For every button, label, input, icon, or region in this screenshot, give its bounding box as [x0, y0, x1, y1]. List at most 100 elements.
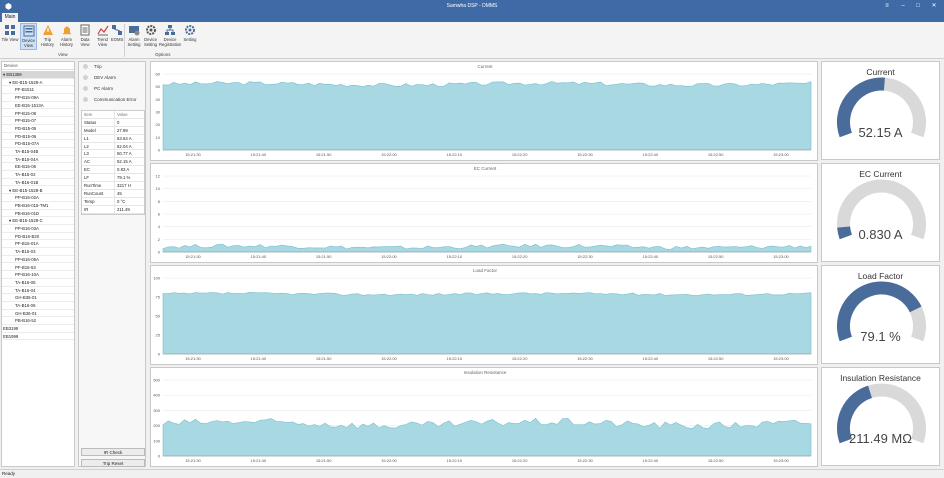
- table-row[interactable]: Temp 0 °C: [82, 197, 144, 206]
- tree-node[interactable]: PP-B15-07: [2, 117, 74, 125]
- gauge-panel: EC Current 0.830 A: [821, 163, 940, 262]
- tree-node[interactable]: PF-B1511: [2, 86, 74, 95]
- y-tick-label: 0: [158, 352, 161, 357]
- gauge-panel: Load Factor 79.1 %: [821, 265, 940, 364]
- tree-node[interactable]: EB3199: [2, 325, 74, 333]
- prop-item: IR: [82, 205, 115, 213]
- prop-item: RunTime: [82, 182, 115, 189]
- tree-node[interactable]: TA-B16-03: [2, 248, 74, 256]
- tree-node[interactable]: TA-B16-06: [2, 302, 74, 310]
- x-tick-label: 15:22:00: [381, 356, 397, 361]
- ir-check-button[interactable]: IR Check: [81, 448, 145, 456]
- tree-node[interactable]: PD-B15-05: [2, 125, 74, 133]
- indicator-lamp-icon: [83, 75, 88, 81]
- tree-node[interactable]: EB1999: [2, 333, 74, 341]
- header-value: Value: [117, 112, 128, 117]
- x-tick-label: 15:22:20: [512, 254, 528, 259]
- tree-node-label: EE-B15-1513A: [15, 102, 44, 108]
- gauge-dial: [837, 383, 926, 444]
- tree-node-label: TA-B15-04B: [15, 149, 39, 154]
- tree-node[interactable]: GH-B36-01: [2, 294, 74, 302]
- table-row[interactable]: RunTime 3217 H: [82, 182, 144, 190]
- tree-node[interactable]: PB-B16-52: [2, 317, 74, 326]
- tree-node[interactable]: PP-B15-02A: [2, 194, 74, 202]
- tree-node[interactable]: PD-B16-B20: [2, 233, 74, 241]
- indicator-label: Communication Error: [94, 97, 137, 102]
- tree-node[interactable]: PD-B15-06: [2, 133, 74, 141]
- tree-node[interactable]: EE-B15-06: [2, 163, 74, 172]
- tree-node-label: GH-B36-01: [15, 310, 37, 316]
- table-row[interactable]: IR 211.49: [82, 205, 144, 214]
- options-button[interactable]: ≡: [880, 2, 894, 11]
- tree-node[interactable]: PB-B16-015-TM1: [2, 202, 74, 210]
- eoms-button[interactable]: EOMS: [111, 23, 123, 50]
- tree-node[interactable]: PP-B16-05A: [2, 256, 74, 264]
- y-tick-label: 300: [153, 408, 160, 413]
- tree-node[interactable]: ▾ EE-B15-1528-B: [2, 187, 74, 195]
- y-tick-label: 6: [158, 212, 161, 217]
- tree-node[interactable]: PP-B16-10A: [2, 271, 74, 279]
- tree-node[interactable]: ▾ EE-B15-1528-A: [2, 79, 74, 87]
- tree-node[interactable]: PF-B16-53: [2, 264, 74, 272]
- y-tick-label: 400: [153, 393, 160, 398]
- tree-node[interactable]: GH-B36-01: [2, 310, 74, 318]
- tile-icon: [5, 25, 15, 35]
- tree-node[interactable]: EE-B15-1513A: [2, 102, 74, 110]
- close-button[interactable]: ✕: [927, 2, 941, 11]
- tree-node[interactable]: TA-B15-04A: [2, 156, 74, 164]
- table-row[interactable]: RunCount 45: [82, 189, 144, 198]
- indicator-label: PC Alarm: [94, 86, 114, 91]
- table-row[interactable]: L3 50.77 A: [82, 150, 144, 159]
- x-tick-label: 15:22:10: [447, 152, 463, 157]
- tree-node[interactable]: PB-B16-01D: [2, 210, 74, 218]
- tree-node-label: PB-B16-015-TM1: [15, 202, 49, 208]
- table-row[interactable]: Status 0: [82, 118, 144, 127]
- table-row[interactable]: EC 0.83 A: [82, 166, 144, 175]
- minimize-button[interactable]: –: [896, 2, 910, 11]
- x-tick-label: 15:22:50: [708, 254, 724, 259]
- tile-view-button[interactable]: Tile View: [1, 23, 19, 50]
- tree-node[interactable]: TA-B15-02: [2, 171, 74, 179]
- ribbon-separator: [124, 24, 125, 57]
- tree-node[interactable]: ▾ EB1369: [2, 71, 74, 79]
- device-registration-button[interactable]: Device Registration: [159, 23, 181, 50]
- setting-button[interactable]: Setting: [182, 23, 198, 50]
- y-tick-label: 4: [158, 224, 161, 229]
- bell-icon: [62, 26, 71, 35]
- tree-node[interactable]: TA-B16-05: [2, 279, 74, 287]
- tree-node[interactable]: PD-B15-07A: [2, 140, 74, 148]
- tree-node[interactable]: PP-B16-03A: [2, 225, 74, 233]
- tree-node[interactable]: PF-B16-01A: [2, 240, 74, 249]
- trip-history-button[interactable]: Trip History: [38, 23, 57, 50]
- tree-node[interactable]: TA-B16-01B: [2, 179, 74, 187]
- tree-node[interactable]: TA-B15-04B: [2, 148, 74, 156]
- tab-main[interactable]: Main: [2, 13, 18, 22]
- x-tick-label: 15:23:00: [773, 152, 789, 157]
- device-setting-button[interactable]: Device Setting: [143, 23, 158, 50]
- device-view-button[interactable]: Device View: [20, 23, 37, 50]
- data-view-button[interactable]: Data View: [76, 23, 94, 50]
- tree-node[interactable]: PP-B15-08: [2, 110, 74, 118]
- trend-view-button[interactable]: Trend View: [95, 23, 110, 50]
- maximize-button[interactable]: □: [911, 2, 925, 11]
- trend-icon: [96, 25, 108, 36]
- tree-node-label: PB-B16-01D: [15, 210, 40, 216]
- tree-node-label: PD-B15-07A: [15, 141, 40, 147]
- table-row[interactable]: Model 27.89: [82, 126, 144, 135]
- gauge-dial: [837, 179, 926, 240]
- table-row[interactable]: L2 52.04 A: [82, 142, 144, 151]
- trip-reset-button[interactable]: Trip Reset: [81, 459, 145, 467]
- table-row[interactable]: L1 53.64 A: [82, 134, 144, 143]
- x-tick-label: 15:21:50: [316, 458, 332, 463]
- table-row[interactable]: LF 79.1 %: [82, 174, 144, 183]
- y-tick-label: 8: [158, 199, 161, 204]
- device-detail-panel: Trip DEV Alarm PC Alarm Communication Error…: [78, 61, 146, 467]
- y-tick-label: 10: [156, 135, 161, 140]
- alarm-setting-button[interactable]: Alarm Setting: [126, 23, 142, 50]
- tree-node[interactable]: ▾ EE-B15-1528-C: [2, 217, 74, 225]
- tree-node[interactable]: TA-B16-04: [2, 287, 74, 295]
- table-row[interactable]: AC 52.15 A: [82, 158, 144, 167]
- alarm-history-button[interactable]: Alarm History: [58, 23, 75, 50]
- tree-node[interactable]: PP-B15-09A: [2, 94, 74, 102]
- tree-node-label: TA-B16-06: [15, 303, 36, 308]
